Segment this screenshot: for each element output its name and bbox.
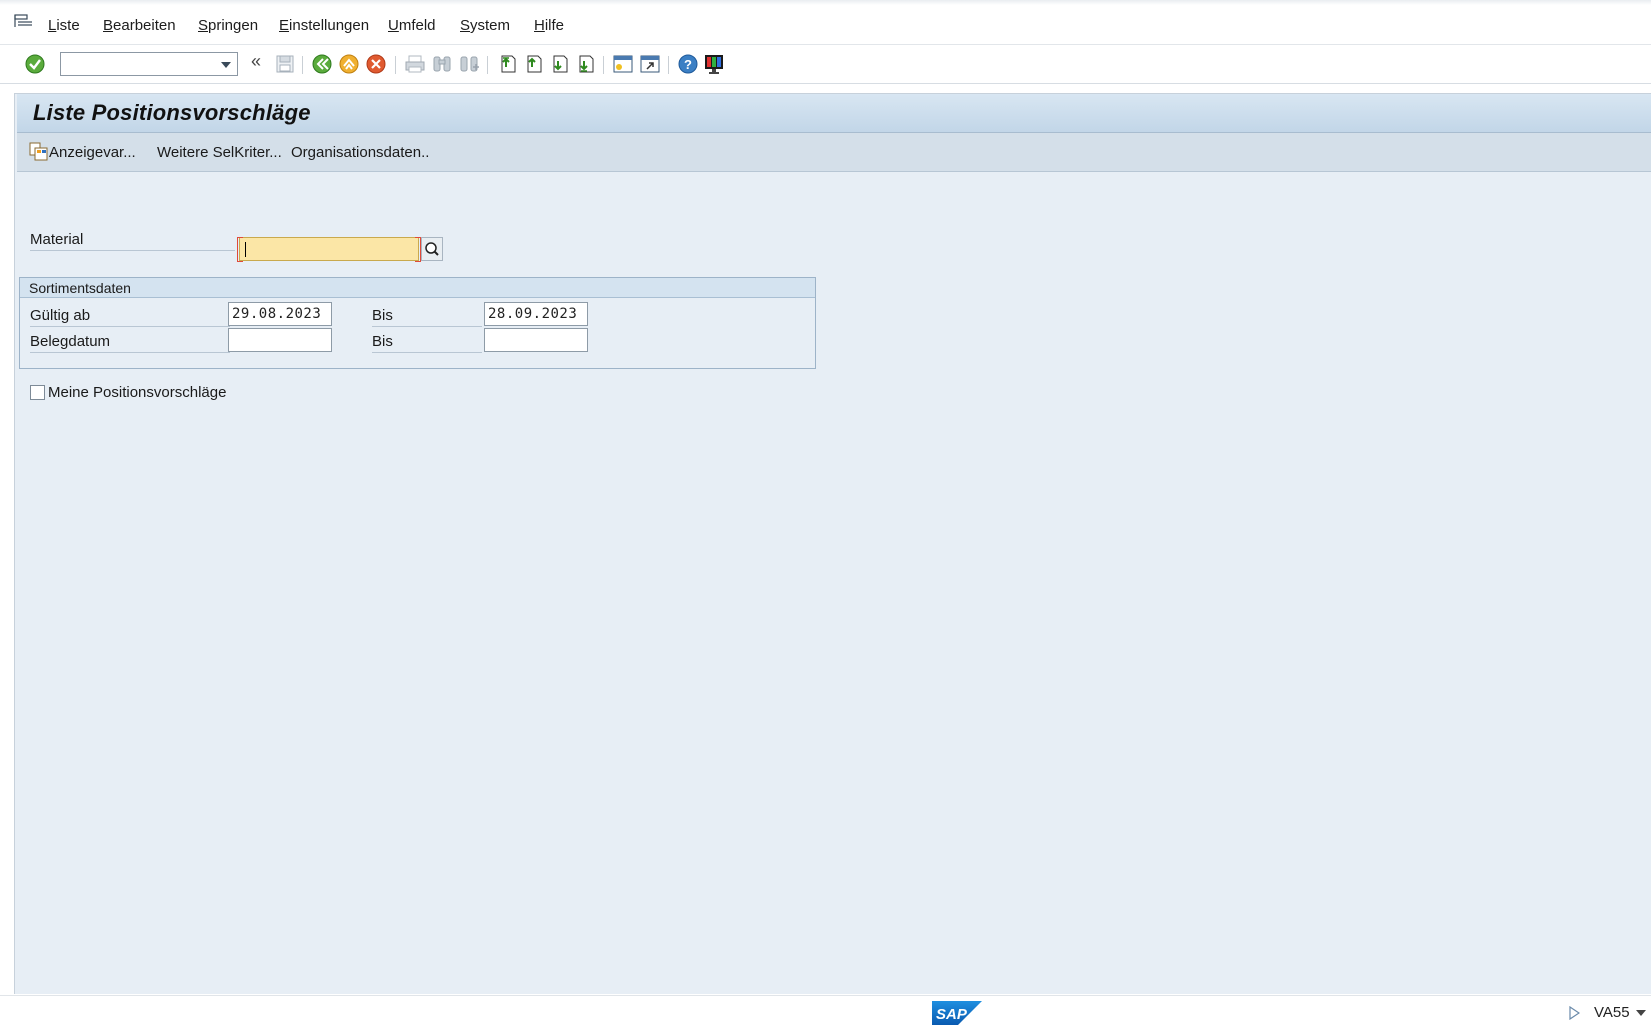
chevron-down-icon[interactable] (1636, 1010, 1646, 1016)
doc-date-to-label: Bis (372, 333, 393, 350)
group-header: Sortimentsdaten (20, 278, 815, 298)
find-icon[interactable] (431, 53, 453, 75)
previous-page-icon[interactable] (522, 53, 544, 75)
display-variants-button[interactable]: Anzeigevar... (49, 144, 136, 161)
menu-bar: Liste Bearbeiten Springen Einstellungen … (0, 0, 1651, 45)
group-title: Sortimentsdaten (29, 280, 131, 296)
svg-text:?: ? (684, 57, 692, 72)
find-next-icon[interactable] (458, 53, 480, 75)
customize-layout-icon[interactable] (703, 53, 725, 75)
search-help-button[interactable] (421, 237, 443, 261)
next-page-icon[interactable] (548, 53, 570, 75)
display-variant-icon[interactable] (29, 142, 49, 162)
command-input[interactable] (64, 54, 218, 76)
valid-from-input[interactable]: 29.08.2023 (228, 302, 332, 326)
status-expand-icon[interactable] (1568, 1006, 1580, 1020)
toolbar-separator (603, 56, 604, 74)
further-criteria-button[interactable]: Weitere SelKriter... (157, 144, 282, 161)
text-caret (245, 242, 246, 257)
help-icon[interactable]: ? (677, 53, 699, 75)
chevron-down-icon[interactable] (221, 62, 231, 68)
doc-date-label: Belegdatum (30, 333, 111, 350)
enter-icon[interactable] (24, 53, 46, 75)
valid-to-input[interactable]: 28.09.2023 (484, 302, 588, 326)
toolbar-separator (395, 56, 396, 74)
menu-springen[interactable]: Springen (198, 17, 258, 34)
toolbar-separator (302, 56, 303, 74)
material-label: Material (30, 231, 84, 248)
svg-text:SAP: SAP (936, 1006, 968, 1023)
menu-hilfe[interactable]: Hilfe (534, 17, 564, 34)
sap-logo: SAP (932, 1001, 982, 1025)
valid-to-label: Bis (372, 307, 393, 324)
menu-bearbeiten[interactable]: Bearbeiten (103, 17, 176, 34)
status-bar: SAP VA55 (0, 995, 1651, 1030)
application-toolbar: Anzeigevar... Weitere SelKriter... Organ… (17, 133, 1651, 172)
transaction-code[interactable]: VA55 (1594, 1004, 1630, 1021)
menu-umfeld[interactable]: Umfeld (388, 17, 436, 34)
label-underline (30, 250, 235, 251)
back-icon[interactable] (311, 53, 333, 75)
main-screen: Liste Positionsvorschläge Anzeigevar... … (14, 93, 1651, 994)
cancel-icon[interactable] (365, 53, 387, 75)
label-underline (372, 326, 482, 327)
valid-from-label: Gültig ab (30, 307, 91, 324)
label-underline (30, 352, 230, 353)
doc-date-to-input[interactable] (484, 328, 588, 352)
doc-date-from-input[interactable] (228, 328, 332, 352)
save-icon[interactable] (274, 53, 296, 75)
app-menu-icon[interactable] (14, 14, 34, 30)
material-input[interactable] (237, 237, 421, 262)
shortcut-icon[interactable] (639, 53, 661, 75)
org-data-button[interactable]: Organisationsdaten.. (291, 144, 429, 161)
title-bar: Liste Positionsvorschläge (17, 94, 1651, 133)
toolbar-separator (487, 56, 488, 74)
label-underline (30, 326, 230, 327)
assortment-group: Sortimentsdaten Gültig ab 29.08.2023 Bis… (19, 277, 816, 369)
my-proposals-label[interactable]: Meine Positionsvorschläge (48, 384, 226, 401)
menu-liste[interactable]: Liste (48, 17, 80, 34)
standard-toolbar: « ? (0, 45, 1651, 84)
search-icon (425, 242, 439, 256)
command-field[interactable] (60, 52, 238, 76)
toolbar-separator (668, 56, 669, 74)
new-session-icon[interactable] (612, 53, 634, 75)
last-page-icon[interactable] (574, 53, 596, 75)
my-proposals-checkbox[interactable] (30, 385, 45, 400)
first-page-icon[interactable] (496, 53, 518, 75)
menu-system[interactable]: System (460, 17, 510, 34)
print-icon[interactable] (404, 53, 426, 75)
page-title: Liste Positionsvorschläge (33, 100, 311, 125)
exit-icon[interactable] (338, 53, 360, 75)
menu-einstellungen[interactable]: Einstellungen (279, 17, 369, 34)
label-underline (372, 352, 482, 353)
collapse-icon[interactable]: « (251, 51, 261, 72)
